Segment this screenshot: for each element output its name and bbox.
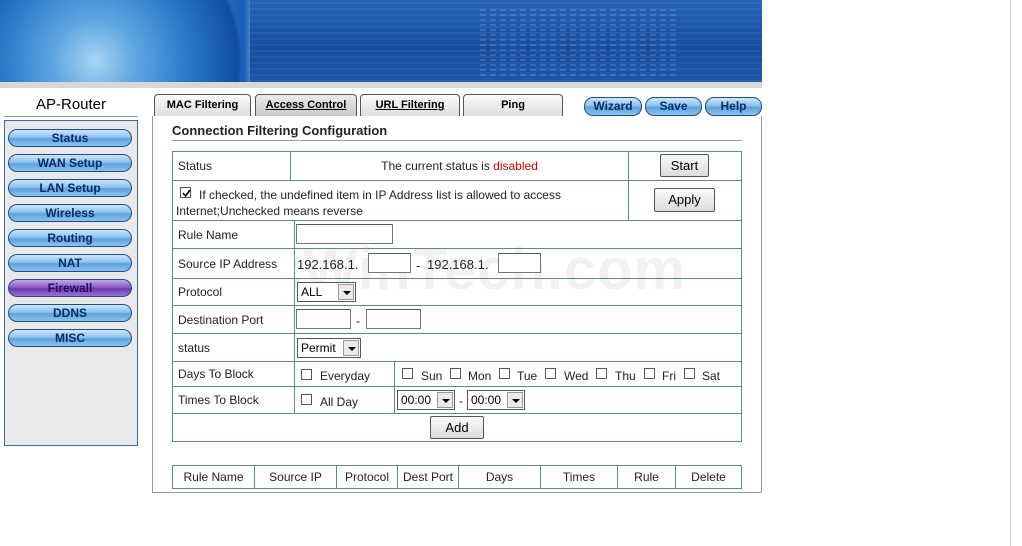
day-fri-label: Fri [662,369,676,383]
days-label: Days To Block [172,361,295,387]
table-header-rule: Rule [617,465,676,489]
time-from-value: 00:00 [401,393,432,407]
day-tue-label: Tue [517,369,538,383]
chevron-down-icon [507,392,523,408]
rule-status-value: Permit [301,341,336,355]
day-thu-checkbox[interactable] [596,368,607,379]
chevron-down-icon [338,284,354,300]
window-edge [1010,0,1022,546]
undefined-text-line2: Internet;Unchecked means reverse [176,204,363,218]
day-mon-checkbox[interactable] [450,368,461,379]
rule-status-cell [294,333,742,362]
chevron-down-icon [437,392,453,408]
time-to-value: 00:00 [471,393,502,407]
time-to-select[interactable]: 00:00 [467,390,525,410]
dest-port-dash: - [356,314,360,328]
sidebar-item-wireless[interactable]: Wireless [8,204,132,222]
tab-access-control[interactable]: Access Control [255,94,357,116]
rule-name-label: Rule Name [172,220,295,249]
wizard-button[interactable]: Wizard [584,97,642,116]
table-header-dest-port: Dest Port [397,465,459,489]
protocol-select[interactable]: ALL [297,282,356,302]
dest-port-to-input[interactable] [366,309,421,329]
sidebar-item-status[interactable]: Status [8,129,132,147]
table-header-rule-name: Rule Name [172,465,255,489]
header-banner [0,0,762,82]
table-header-source-ip: Source IP [254,465,337,489]
page-title: Connection Filtering Configuration [172,123,388,138]
sidebar-item-misc[interactable]: MISC [8,329,132,347]
banner-divider [0,82,762,88]
help-button[interactable]: Help [705,97,762,116]
day-wed-label: Wed [564,369,589,383]
day-thu-label: Thu [615,369,636,383]
tab-ping[interactable]: Ping [463,94,563,116]
start-button[interactable]: Start [660,154,709,177]
everyday-checkbox[interactable] [301,369,312,380]
table-header-delete: Delete [675,465,742,489]
source-ip-to-input[interactable] [498,253,541,273]
time-from-select[interactable]: 00:00 [397,390,455,410]
status-state: disabled [493,159,538,173]
status-prefix: The current status is [381,159,490,173]
day-tue-checkbox[interactable] [499,368,510,379]
protocol-cell [294,278,742,306]
time-dash: - [459,394,463,408]
dest-port-from-input[interactable] [296,309,351,329]
undefined-text-line1: If checked, the undefined item in IP Add… [199,188,561,202]
source-ip-label: Source IP Address [172,248,295,279]
tab-mac-filtering[interactable]: MAC Filtering [154,94,251,116]
banner-pattern [480,6,680,76]
table-header-days: Days [458,465,541,489]
day-sun-label: Sun [421,369,443,383]
sidebar-item-routing[interactable]: Routing [8,229,132,247]
check-icon [182,189,191,198]
add-button[interactable]: Add [430,416,484,439]
protocol-value: ALL [301,285,323,299]
source-ip-from-input[interactable] [368,253,411,273]
status-text: The current status is disabled [290,151,629,181]
sidebar-item-wan-setup[interactable]: WAN Setup [8,154,132,172]
allday-label: All Day [320,395,359,409]
brand-divider [4,116,138,117]
title-divider [172,140,742,141]
tab-url-filtering[interactable]: URL Filtering [360,94,460,116]
sidebar-item-lan-setup[interactable]: LAN Setup [8,179,132,197]
day-sat-label: Sat [702,369,721,383]
source-ip-prefix-from: 192.168.1. [297,257,359,272]
dest-port-label: Destination Port [172,305,295,334]
rule-status-select[interactable]: Permit [297,338,361,358]
day-sat-checkbox[interactable] [684,368,695,379]
undefined-allow-checkbox[interactable] [180,187,191,198]
sidebar-item-ddns[interactable]: DDNS [8,304,132,322]
source-ip-prefix-to: 192.168.1. [427,257,489,272]
table-header-protocol: Protocol [336,465,398,489]
day-wed-checkbox[interactable] [545,368,556,379]
rule-status-label: status [172,333,295,362]
day-sun-checkbox[interactable] [402,368,413,379]
globe-graphic [0,0,260,82]
day-mon-label: Mon [468,369,492,383]
chevron-down-icon [343,340,359,356]
sidebar-item-firewall[interactable]: Firewall [8,279,132,297]
times-label: Times To Block [172,386,295,414]
sidebar: Status WAN Setup LAN Setup Wireless Rout… [4,120,138,446]
protocol-label: Protocol [172,278,295,306]
everyday-label: Everyday [320,369,371,383]
dest-port-cell [294,305,742,334]
save-button[interactable]: Save [645,97,702,116]
brand-title: AP-Router [35,96,107,113]
rule-name-input[interactable] [296,224,393,244]
allday-checkbox[interactable] [301,394,312,405]
source-ip-dash: - [416,258,421,273]
apply-button[interactable]: Apply [654,188,715,212]
status-label: Status [172,151,291,181]
sidebar-item-nat[interactable]: NAT [8,254,132,272]
day-fri-checkbox[interactable] [644,368,655,379]
table-header-times: Times [540,465,618,489]
